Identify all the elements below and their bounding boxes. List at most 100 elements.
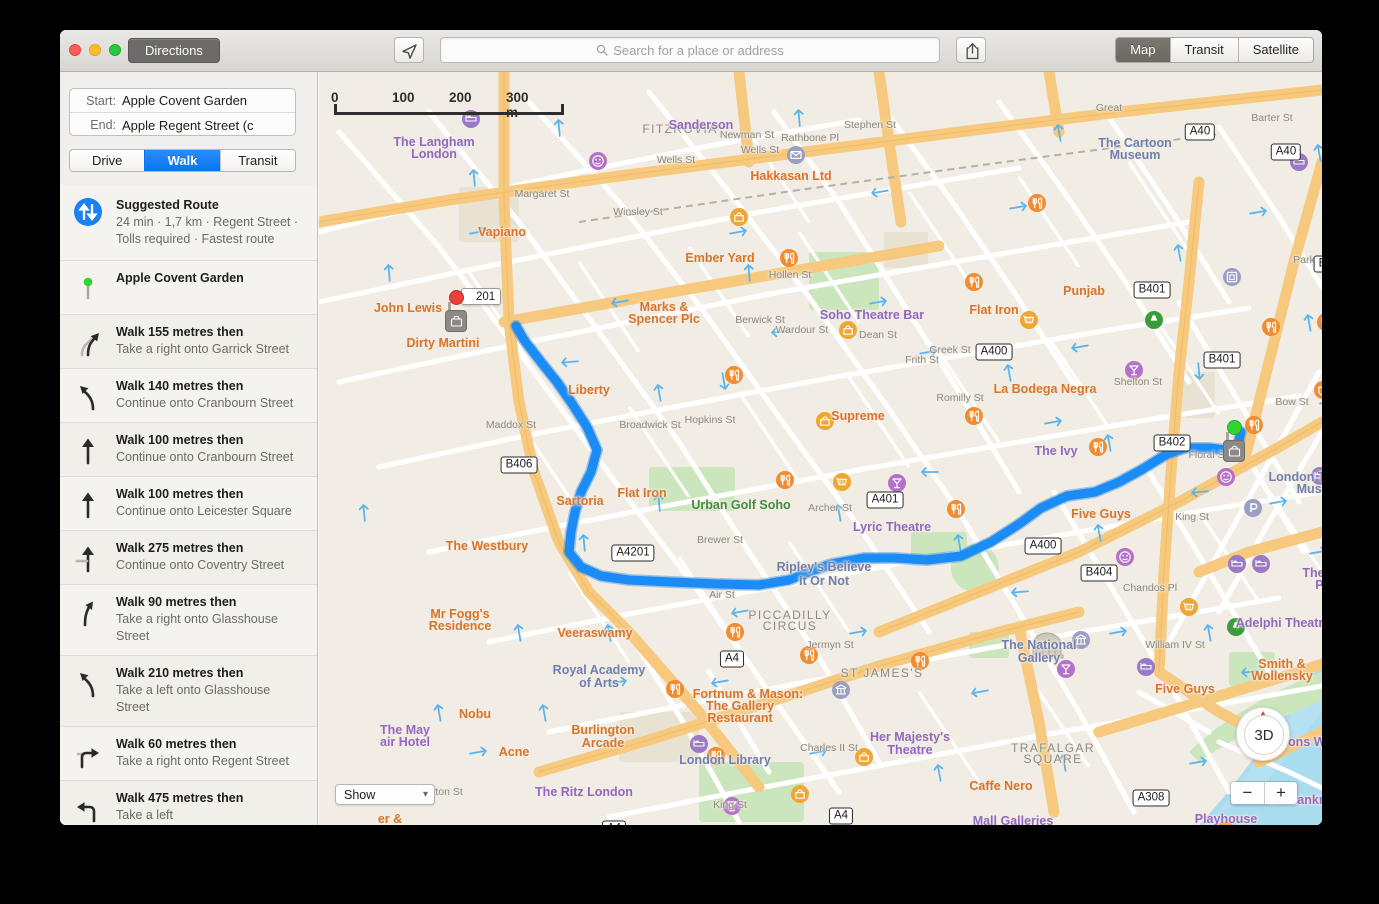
map-label: Hopkins St bbox=[684, 414, 736, 426]
direction-step-title: Walk 475 metres then bbox=[116, 791, 244, 805]
route-summary-icon-wrap bbox=[60, 197, 116, 227]
map-label: John Lewis bbox=[373, 301, 443, 315]
direction-step-icon-wrap bbox=[60, 790, 116, 824]
apple-store-badge-icon-end[interactable] bbox=[1223, 440, 1245, 462]
direction-step-title: Walk 60 metres then bbox=[116, 737, 237, 751]
map-label: Punjab bbox=[1063, 284, 1105, 298]
road-shield: A401 bbox=[866, 491, 904, 509]
map-label: Shelton St bbox=[1113, 376, 1163, 388]
straight-side-icon bbox=[75, 546, 94, 573]
map-label: Flat Iron bbox=[617, 486, 667, 500]
direction-step-icon-wrap bbox=[60, 594, 116, 628]
direction-step-body: Walk 140 metres then Continue onto Cranbo… bbox=[116, 378, 303, 412]
direction-step-instruction: Take a right onto Glasshouse Street bbox=[116, 612, 278, 643]
direction-step-row[interactable]: Apple Covent Garden bbox=[60, 261, 317, 315]
minimize-window-button[interactable] bbox=[89, 44, 101, 56]
search-field[interactable]: Search for a place or address bbox=[440, 37, 940, 63]
pin-address-label: 201 bbox=[461, 288, 502, 305]
search-input[interactable]: Search for a place or address bbox=[613, 43, 784, 58]
start-input[interactable]: Apple Covent Garden bbox=[122, 93, 247, 108]
road-shield: B404 bbox=[1080, 564, 1118, 582]
map-label: er & bbox=[377, 812, 403, 825]
direction-step-icon-wrap bbox=[60, 540, 116, 574]
map-label: Rathbone Pl bbox=[781, 132, 839, 144]
route-summary-row[interactable]: Suggested Route 24 min · 1,7 km · Regent … bbox=[60, 185, 317, 261]
map-canvas[interactable]: FITZROVIA The Langham London Sanderson Marga… bbox=[319, 72, 1322, 825]
direction-step-row[interactable]: Walk 210 metres then Take a left onto Gla… bbox=[60, 656, 317, 727]
direction-step-row[interactable]: Walk 275 metres then Continue onto Covent… bbox=[60, 531, 317, 585]
map-label: Mall Galleries bbox=[972, 814, 1054, 825]
road-shield: B402 bbox=[1153, 434, 1191, 452]
direction-step-body: Walk 60 metres then Take a right onto Reg… bbox=[116, 736, 303, 770]
map-label: Great bbox=[1095, 102, 1123, 114]
end-input[interactable]: Apple Regent Street (c bbox=[122, 118, 254, 133]
map-label: Stephen St bbox=[844, 119, 896, 131]
share-button[interactable] bbox=[956, 37, 986, 63]
map-label: Theatre bbox=[1203, 824, 1248, 825]
travel-mode-transit[interactable]: Transit bbox=[219, 150, 295, 171]
map-label: Museum bbox=[1296, 482, 1322, 496]
map-label: Hollen St bbox=[768, 269, 812, 281]
direction-step-icon-wrap bbox=[60, 324, 116, 358]
map-label: Vapiano bbox=[478, 225, 526, 239]
road-shield: A400 bbox=[975, 343, 1013, 361]
direction-step-body: Walk 100 metres then Continue onto Cranbo… bbox=[116, 432, 303, 466]
apple-store-badge-icon[interactable] bbox=[445, 310, 467, 332]
start-field-row[interactable]: Start: Apple Covent Garden bbox=[70, 89, 295, 113]
scale-label-100: 100 bbox=[392, 90, 415, 105]
show-dropdown[interactable]: Show ▾ bbox=[335, 784, 435, 805]
start-label: Start: bbox=[86, 93, 116, 108]
map-label: Flat Iron bbox=[969, 303, 1019, 317]
map-label: Broadwick St bbox=[619, 419, 681, 431]
direction-step-row[interactable]: Walk 60 metres then Take a right onto Reg… bbox=[60, 727, 317, 781]
direction-step-row[interactable]: Walk 475 metres then Take a left bbox=[60, 781, 317, 825]
travel-mode-drive[interactable]: Drive bbox=[70, 150, 145, 171]
direction-step-icon-wrap bbox=[60, 270, 116, 304]
map-label: Soho Theatre Bar bbox=[819, 308, 925, 322]
direction-step-row[interactable]: Walk 100 metres then Continue onto Leices… bbox=[60, 477, 317, 531]
map-view-mode-control[interactable]: Map Transit Satellite bbox=[1115, 37, 1314, 63]
road-shield: B401 bbox=[1133, 281, 1171, 299]
view-mode-transit[interactable]: Transit bbox=[1169, 38, 1238, 62]
map-label: Adelphi Theatre bbox=[1235, 616, 1322, 630]
show-dropdown-label: Show bbox=[344, 787, 376, 802]
direction-step-body: Walk 100 metres then Continue onto Leices… bbox=[116, 486, 303, 520]
view-mode-map[interactable]: Map bbox=[1116, 38, 1170, 62]
map-label: London Library bbox=[679, 753, 771, 767]
map-label: Wardour St bbox=[775, 324, 829, 336]
map-label: Ember Yard bbox=[685, 251, 755, 265]
map-label: Museum bbox=[1109, 148, 1161, 162]
compass-3d-control[interactable]: 3D bbox=[1236, 707, 1290, 761]
zoom-out-button[interactable]: − bbox=[1231, 782, 1264, 804]
view-mode-satellite[interactable]: Satellite bbox=[1237, 38, 1313, 62]
map-label: Romilly St bbox=[936, 392, 984, 404]
map-label: Spencer Plc bbox=[628, 312, 700, 326]
direction-step-row[interactable]: Walk 155 metres then Take a right onto Ga… bbox=[60, 315, 317, 369]
road-shield: A4 bbox=[828, 807, 854, 825]
travel-mode-walk[interactable]: Walk bbox=[144, 150, 220, 171]
direction-step-body: Walk 475 metres then Take a left bbox=[116, 790, 303, 824]
zoom-in-button[interactable]: + bbox=[1264, 782, 1297, 804]
direction-step-row[interactable]: Walk 100 metres then Continue onto Cranbo… bbox=[60, 423, 317, 477]
map-label: Margaret St bbox=[514, 188, 570, 200]
direction-step-row[interactable]: Walk 140 metres then Continue onto Cranbo… bbox=[60, 369, 317, 423]
close-window-button[interactable] bbox=[69, 44, 81, 56]
maximize-window-button[interactable] bbox=[109, 44, 121, 56]
3d-toggle-button[interactable]: 3D bbox=[1244, 715, 1284, 755]
direction-step-instruction: Take a left bbox=[116, 808, 173, 822]
directions-steps-list[interactable]: Suggested Route 24 min · 1,7 km · Regent … bbox=[60, 185, 317, 825]
map-label: William IV St bbox=[1145, 639, 1205, 651]
directions-button[interactable]: Directions bbox=[128, 38, 220, 63]
map-label: Wells St bbox=[740, 144, 780, 156]
map-label: The Ritz London bbox=[535, 785, 633, 799]
map-label: Bow St bbox=[1275, 396, 1309, 408]
direction-step-row[interactable]: Walk 90 metres then Take a right onto Gla… bbox=[60, 585, 317, 656]
current-location-button[interactable] bbox=[394, 37, 424, 63]
direction-step-icon-wrap bbox=[60, 665, 116, 699]
direction-step-instruction: Take a right onto Garrick Street bbox=[116, 342, 289, 356]
map-zoom-controls[interactable]: − + bbox=[1230, 781, 1298, 805]
map-label: Palace bbox=[1315, 578, 1322, 592]
map-label: Veeraswamy bbox=[557, 626, 633, 640]
end-field-row[interactable]: End: Apple Regent Street (c bbox=[70, 113, 295, 137]
travel-mode-control[interactable]: Drive Walk Transit bbox=[69, 149, 296, 172]
